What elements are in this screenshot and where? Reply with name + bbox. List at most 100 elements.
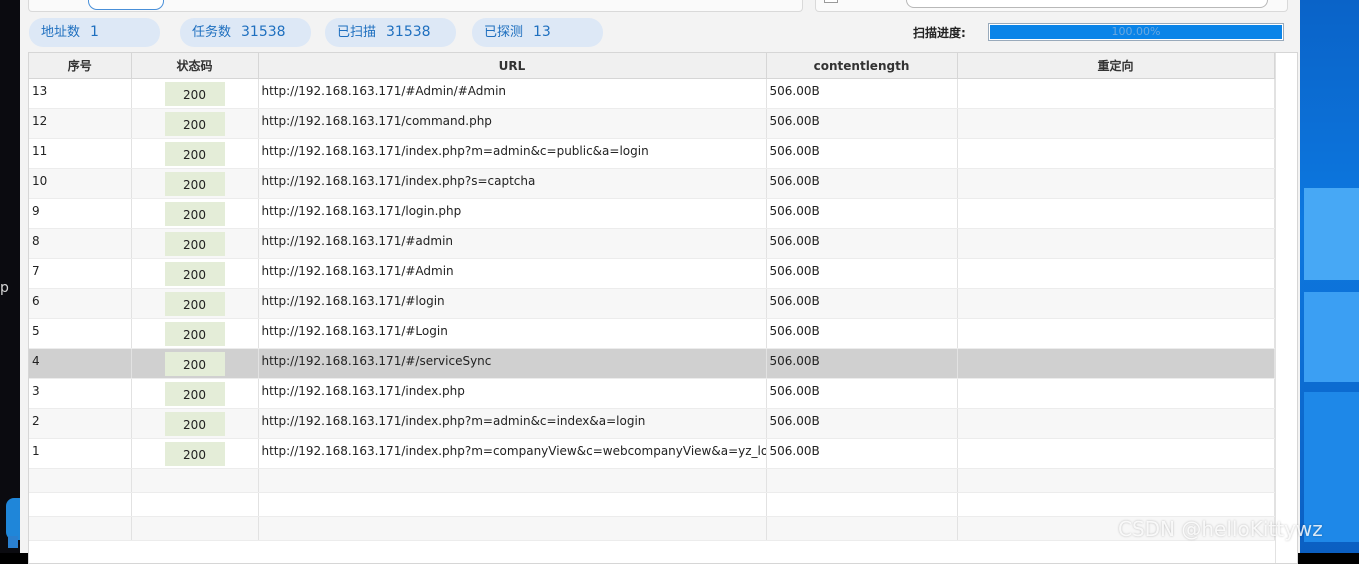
cell-url: http://192.168.163.171/index.php?m=admin… (258, 138, 767, 169)
table-row[interactable]: 4 200 http://192.168.163.171/#/serviceSync… (29, 348, 1275, 379)
cell-status: 200 (131, 438, 259, 469)
table-row[interactable]: 12 200 http://192.168.163.171/command.php 5… (29, 108, 1275, 139)
status-code-badge: 200 (164, 172, 225, 196)
cell-contentlength: 506.00B (766, 198, 958, 229)
cell-url: http://192.168.163.171/index.php (258, 378, 767, 409)
detected-count-label: 已探测 (484, 25, 524, 40)
column-header-redirect[interactable]: 重定向 (957, 53, 1275, 79)
scan-mode-select[interactable] (906, 0, 1268, 8)
option-checkbox[interactable] (824, 0, 838, 3)
cell-url: http://192.168.163.171/login.php (258, 198, 767, 229)
windows-logo-pane (1304, 292, 1359, 382)
table-row[interactable]: 9 200 http://192.168.163.171/login.php 506.… (29, 198, 1275, 229)
cell-index: 12 (29, 108, 132, 139)
table-row[interactable]: 3 200 http://192.168.163.171/index.php 506.… (29, 378, 1275, 409)
status-code-badge: 200 (164, 112, 225, 136)
cell-contentlength: 506.00B (766, 378, 958, 409)
cell-index: 2 (29, 408, 132, 439)
empty-table-row (29, 516, 1275, 541)
empty-cell (131, 468, 259, 493)
address-count-value: 1 (90, 24, 99, 40)
csdn-watermark: CSDN @helloKittywz (1118, 517, 1323, 541)
status-code-badge: 200 (164, 142, 225, 166)
cell-status: 200 (131, 318, 259, 349)
cell-redirect (957, 348, 1275, 379)
cell-redirect (957, 288, 1275, 319)
table-row[interactable]: 7 200 http://192.168.163.171/#Admin 506.00B (29, 258, 1275, 289)
windows-logo-pane (1304, 188, 1359, 280)
empty-cell (29, 492, 132, 517)
empty-cell (766, 468, 958, 493)
cell-redirect (957, 258, 1275, 289)
status-code-badge: 200 (164, 442, 225, 466)
taskbar-app-icon[interactable] (6, 498, 20, 540)
cell-status: 200 (131, 348, 259, 379)
taskbar-small-icon[interactable] (8, 536, 18, 548)
cell-redirect (957, 318, 1275, 349)
cell-status: 200 (131, 228, 259, 259)
cell-status: 200 (131, 378, 259, 409)
empty-cell (258, 468, 767, 493)
cell-index: 6 (29, 288, 132, 319)
cell-contentlength: 506.00B (766, 108, 958, 139)
address-count-label: 地址数 (41, 25, 81, 40)
empty-cell (957, 492, 1275, 517)
empty-cell (766, 516, 958, 541)
empty-cell (258, 516, 767, 541)
cell-status: 200 (131, 108, 259, 139)
status-code-badge: 200 (164, 352, 225, 376)
cell-status: 200 (131, 288, 259, 319)
cell-redirect (957, 78, 1275, 109)
cell-contentlength: 506.00B (766, 168, 958, 199)
cell-contentlength: 506.00B (766, 258, 958, 289)
table-row[interactable]: 10 200 http://192.168.163.171/index.php?s=… (29, 168, 1275, 199)
task-count-label: 任务数 (192, 25, 232, 40)
cell-redirect (957, 198, 1275, 229)
cell-url: http://192.168.163.171/#login (258, 288, 767, 319)
scanned-count-value: 31538 (386, 24, 431, 40)
status-code-badge: 200 (164, 202, 225, 226)
table-row[interactable]: 1 200 http://192.168.163.171/index.php?m=c… (29, 438, 1275, 469)
column-header-index[interactable]: 序号 (29, 53, 132, 79)
cell-status: 200 (131, 408, 259, 439)
scan-progress-text: 100.00% (1111, 25, 1161, 38)
scanned-count-badge: 已扫描 31538 (325, 18, 456, 47)
task-count-value: 31538 (241, 24, 286, 40)
table-row[interactable]: 13 200 http://192.168.163.171/#Admin/#Admi… (29, 78, 1275, 109)
cell-status: 200 (131, 258, 259, 289)
cell-url: http://192.168.163.171/index.php?m=admin… (258, 408, 767, 439)
cell-redirect (957, 168, 1275, 199)
cell-index: 8 (29, 228, 132, 259)
cell-index: 10 (29, 168, 132, 199)
scanner-window: 地址数 1 任务数 31538 已扫描 31538 已探测 13 扫描进度: 100.0… (20, 0, 1300, 564)
cell-index: 9 (29, 198, 132, 229)
column-header-contentlength[interactable]: contentlength (766, 53, 958, 79)
table-row[interactable]: 11 200 http://192.168.163.171/index.php?m=… (29, 138, 1275, 169)
task-count-badge: 任务数 31538 (180, 18, 311, 47)
cell-url: http://192.168.163.171/#Admin (258, 258, 767, 289)
status-code-badge: 200 (164, 382, 225, 406)
cell-redirect (957, 408, 1275, 439)
cell-index: 7 (29, 258, 132, 289)
status-code-badge: 200 (164, 262, 225, 286)
status-code-badge: 200 (164, 232, 225, 256)
table-row[interactable]: 2 200 http://192.168.163.171/index.php?m=a… (29, 408, 1275, 439)
empty-cell (29, 468, 132, 493)
address-count-badge: 地址数 1 (29, 18, 160, 47)
cell-contentlength: 506.00B (766, 138, 958, 169)
cell-index: 1 (29, 438, 132, 469)
column-header-url[interactable]: URL (258, 53, 767, 79)
cell-status: 200 (131, 168, 259, 199)
results-table[interactable]: 序号 状态码 URL contentlength 重定向 13 200 http:/… (28, 52, 1298, 564)
cell-url: http://192.168.163.171/index.php?s=captc… (258, 168, 767, 199)
empty-cell (131, 516, 259, 541)
table-row[interactable]: 8 200 http://192.168.163.171/#admin 506.00B (29, 228, 1275, 259)
cell-url: http://192.168.163.171/index.php?m=compa… (258, 438, 767, 469)
table-scrollbar-column[interactable] (1275, 53, 1297, 563)
load-dictionary-button[interactable] (88, 0, 164, 10)
table-row[interactable]: 6 200 http://192.168.163.171/#login 506.00B (29, 288, 1275, 319)
table-row[interactable]: 5 200 http://192.168.163.171/#Login 506.00B (29, 318, 1275, 349)
cell-contentlength: 506.00B (766, 438, 958, 469)
column-header-status[interactable]: 状态码 (131, 53, 259, 79)
cell-contentlength: 506.00B (766, 78, 958, 109)
